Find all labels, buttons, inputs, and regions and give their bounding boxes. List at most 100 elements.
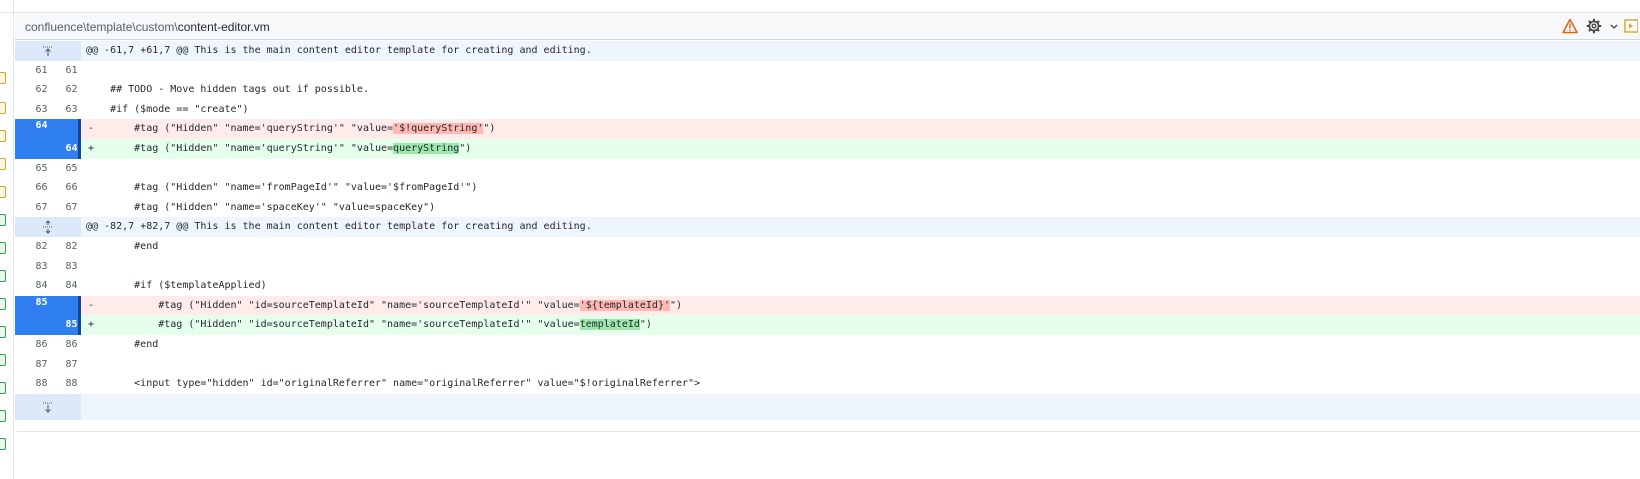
code-line: #tag ("Hidden" "name='spaceKey'" "value=… xyxy=(86,201,436,213)
old-line-number[interactable] xyxy=(25,139,58,159)
diff-row[interactable]: 65 65 xyxy=(15,159,1640,179)
code-line: ## TODO - Move hidden tags out if possib… xyxy=(86,84,369,96)
file-path-prefix: confluence\template\custom\ xyxy=(25,20,178,34)
old-line-number[interactable]: 65 xyxy=(25,159,58,179)
file-marker-icon[interactable] xyxy=(0,326,6,338)
old-line-number[interactable]: 88 xyxy=(25,374,58,394)
expand-both-icon xyxy=(43,220,53,234)
diff-row[interactable]: 66 66 #tag ("Hidden" "name='fromPageId'"… xyxy=(15,178,1640,198)
removed-token: '${templateId}' xyxy=(579,299,670,311)
file-marker-icon[interactable] xyxy=(0,214,6,226)
new-line-number[interactable]: 85 xyxy=(55,315,88,335)
left-rail xyxy=(0,0,14,479)
open-file-icon[interactable] xyxy=(1624,16,1640,36)
old-line-number[interactable]: 62 xyxy=(25,80,58,100)
new-line-number[interactable]: 86 xyxy=(55,335,88,355)
file-marker-icon[interactable] xyxy=(0,270,6,282)
old-line-number[interactable]: 64 xyxy=(25,119,58,139)
file-marker-icon[interactable] xyxy=(0,130,6,142)
gear-icon[interactable] xyxy=(1584,16,1604,36)
diff-row[interactable]: 67 67 #tag ("Hidden" "name='spaceKey'" "… xyxy=(15,198,1640,218)
new-line-number[interactable] xyxy=(55,119,88,139)
old-line-number[interactable]: 67 xyxy=(25,198,58,218)
old-line-number[interactable]: 82 xyxy=(25,237,58,257)
deleted-row[interactable]: 64 - #tag ("Hidden" "name='queryString'"… xyxy=(15,119,1640,139)
old-line-number[interactable]: 85 xyxy=(25,296,58,316)
old-line-number[interactable] xyxy=(25,315,58,335)
expand-both-button[interactable] xyxy=(15,217,81,237)
new-line-number[interactable]: 82 xyxy=(55,237,88,257)
added-token: templateId xyxy=(579,319,640,331)
chevron-down-icon[interactable] xyxy=(1608,16,1620,36)
expand-down-icon xyxy=(43,402,53,413)
warning-icon[interactable] xyxy=(1560,16,1580,36)
code-line: #end xyxy=(86,338,159,350)
old-line-number[interactable]: 83 xyxy=(25,257,58,277)
added-row[interactable]: 64 + #tag ("Hidden" "name='queryString'"… xyxy=(15,138,1640,159)
new-line-number[interactable]: 66 xyxy=(55,178,88,198)
diff-row[interactable]: 62 62 ## TODO - Move hidden tags out if … xyxy=(15,80,1640,100)
old-line-number[interactable]: 87 xyxy=(25,355,58,375)
file-marker-icon[interactable] xyxy=(0,298,6,310)
new-line-number[interactable]: 88 xyxy=(55,374,88,394)
removed-token: '$!queryString' xyxy=(393,123,484,135)
diff-row[interactable]: 88 88 <input type="hidden" id="originalR… xyxy=(15,374,1640,394)
old-line-number[interactable]: 63 xyxy=(25,100,58,120)
hunk-header: @@ -61,7 +61,7 @@ This is the main conte… xyxy=(15,41,1640,61)
file-marker-icon[interactable] xyxy=(0,102,6,114)
diff-view: @@ -61,7 +61,7 @@ This is the main conte… xyxy=(15,41,1640,420)
file-name: content-editor.vm xyxy=(177,20,270,34)
old-line-number[interactable]: 66 xyxy=(25,178,58,198)
hunk-header-text: @@ -82,7 +82,7 @@ This is the main conte… xyxy=(86,221,592,233)
divider xyxy=(15,431,1640,432)
old-line-number[interactable]: 61 xyxy=(25,61,58,81)
file-marker-icon[interactable] xyxy=(0,158,6,170)
file-marker-icon[interactable] xyxy=(0,438,6,450)
new-line-number[interactable] xyxy=(55,296,88,316)
new-line-number[interactable]: 62 xyxy=(55,80,88,100)
old-line-number[interactable]: 84 xyxy=(25,276,58,296)
new-line-number[interactable]: 61 xyxy=(55,61,88,81)
new-line-number[interactable]: 83 xyxy=(55,257,88,277)
code-line: #tag ("Hidden" "id=sourceTemplateId" "na… xyxy=(86,299,683,311)
new-line-number[interactable]: 67 xyxy=(55,198,88,218)
old-line-number[interactable]: 86 xyxy=(25,335,58,355)
file-path[interactable]: confluence\template\custom\content-edito… xyxy=(25,20,270,34)
new-line-number[interactable]: 84 xyxy=(55,276,88,296)
expand-up-button[interactable] xyxy=(15,41,81,61)
added-row[interactable]: 85 + #tag ("Hidden" "id=sourceTemplateId… xyxy=(15,315,1640,335)
file-marker-icon[interactable] xyxy=(0,242,6,254)
code-line: #if ($mode == "create") xyxy=(86,103,249,115)
code-line: #if ($templateApplied) xyxy=(86,280,267,292)
new-line-number[interactable]: 87 xyxy=(55,355,88,375)
file-header: confluence\template\custom\content-edito… xyxy=(15,13,1640,40)
file-marker-icon[interactable] xyxy=(0,410,6,422)
code-line: #tag ("Hidden" "name='queryString'" "val… xyxy=(86,142,472,154)
new-line-number[interactable]: 64 xyxy=(55,139,88,159)
file-marker-icon[interactable] xyxy=(0,186,6,198)
expand-down-button[interactable] xyxy=(15,393,81,420)
new-line-number[interactable]: 63 xyxy=(55,100,88,120)
hunk-footer xyxy=(15,393,1640,420)
deleted-row[interactable]: 85 - #tag ("Hidden" "id=sourceTemplateId… xyxy=(15,295,1640,316)
code-line: <input type="hidden" id="originalReferre… xyxy=(86,378,701,390)
header-icons xyxy=(1560,16,1640,36)
diff-row[interactable]: 61 61 xyxy=(15,61,1640,81)
added-token: queryString xyxy=(393,142,460,154)
hunk-header-text: @@ -61,7 +61,7 @@ This is the main conte… xyxy=(86,45,592,56)
diff-row[interactable]: 86 86 #end xyxy=(15,335,1640,355)
file-marker-icon[interactable] xyxy=(0,72,6,84)
diff-row[interactable]: 87 87 xyxy=(15,355,1640,375)
code-line: #tag ("Hidden" "id=sourceTemplateId" "na… xyxy=(86,319,652,331)
diff-row[interactable]: 83 83 xyxy=(15,257,1640,277)
diff-row[interactable]: 63 63 #if ($mode == "create") xyxy=(15,100,1640,120)
code-line: #tag ("Hidden" "name='fromPageId'" "valu… xyxy=(86,182,478,194)
diff-row[interactable]: 84 84 #if ($templateApplied) xyxy=(15,276,1640,296)
expand-up-icon xyxy=(43,46,53,56)
file-marker-icon[interactable] xyxy=(0,382,6,394)
file-marker-icon[interactable] xyxy=(0,354,6,366)
code-line: #tag ("Hidden" "name='queryString'" "val… xyxy=(86,123,496,135)
diff-row[interactable]: 82 82 #end xyxy=(15,237,1640,257)
code-line: #end xyxy=(86,240,159,252)
new-line-number[interactable]: 65 xyxy=(55,159,88,179)
